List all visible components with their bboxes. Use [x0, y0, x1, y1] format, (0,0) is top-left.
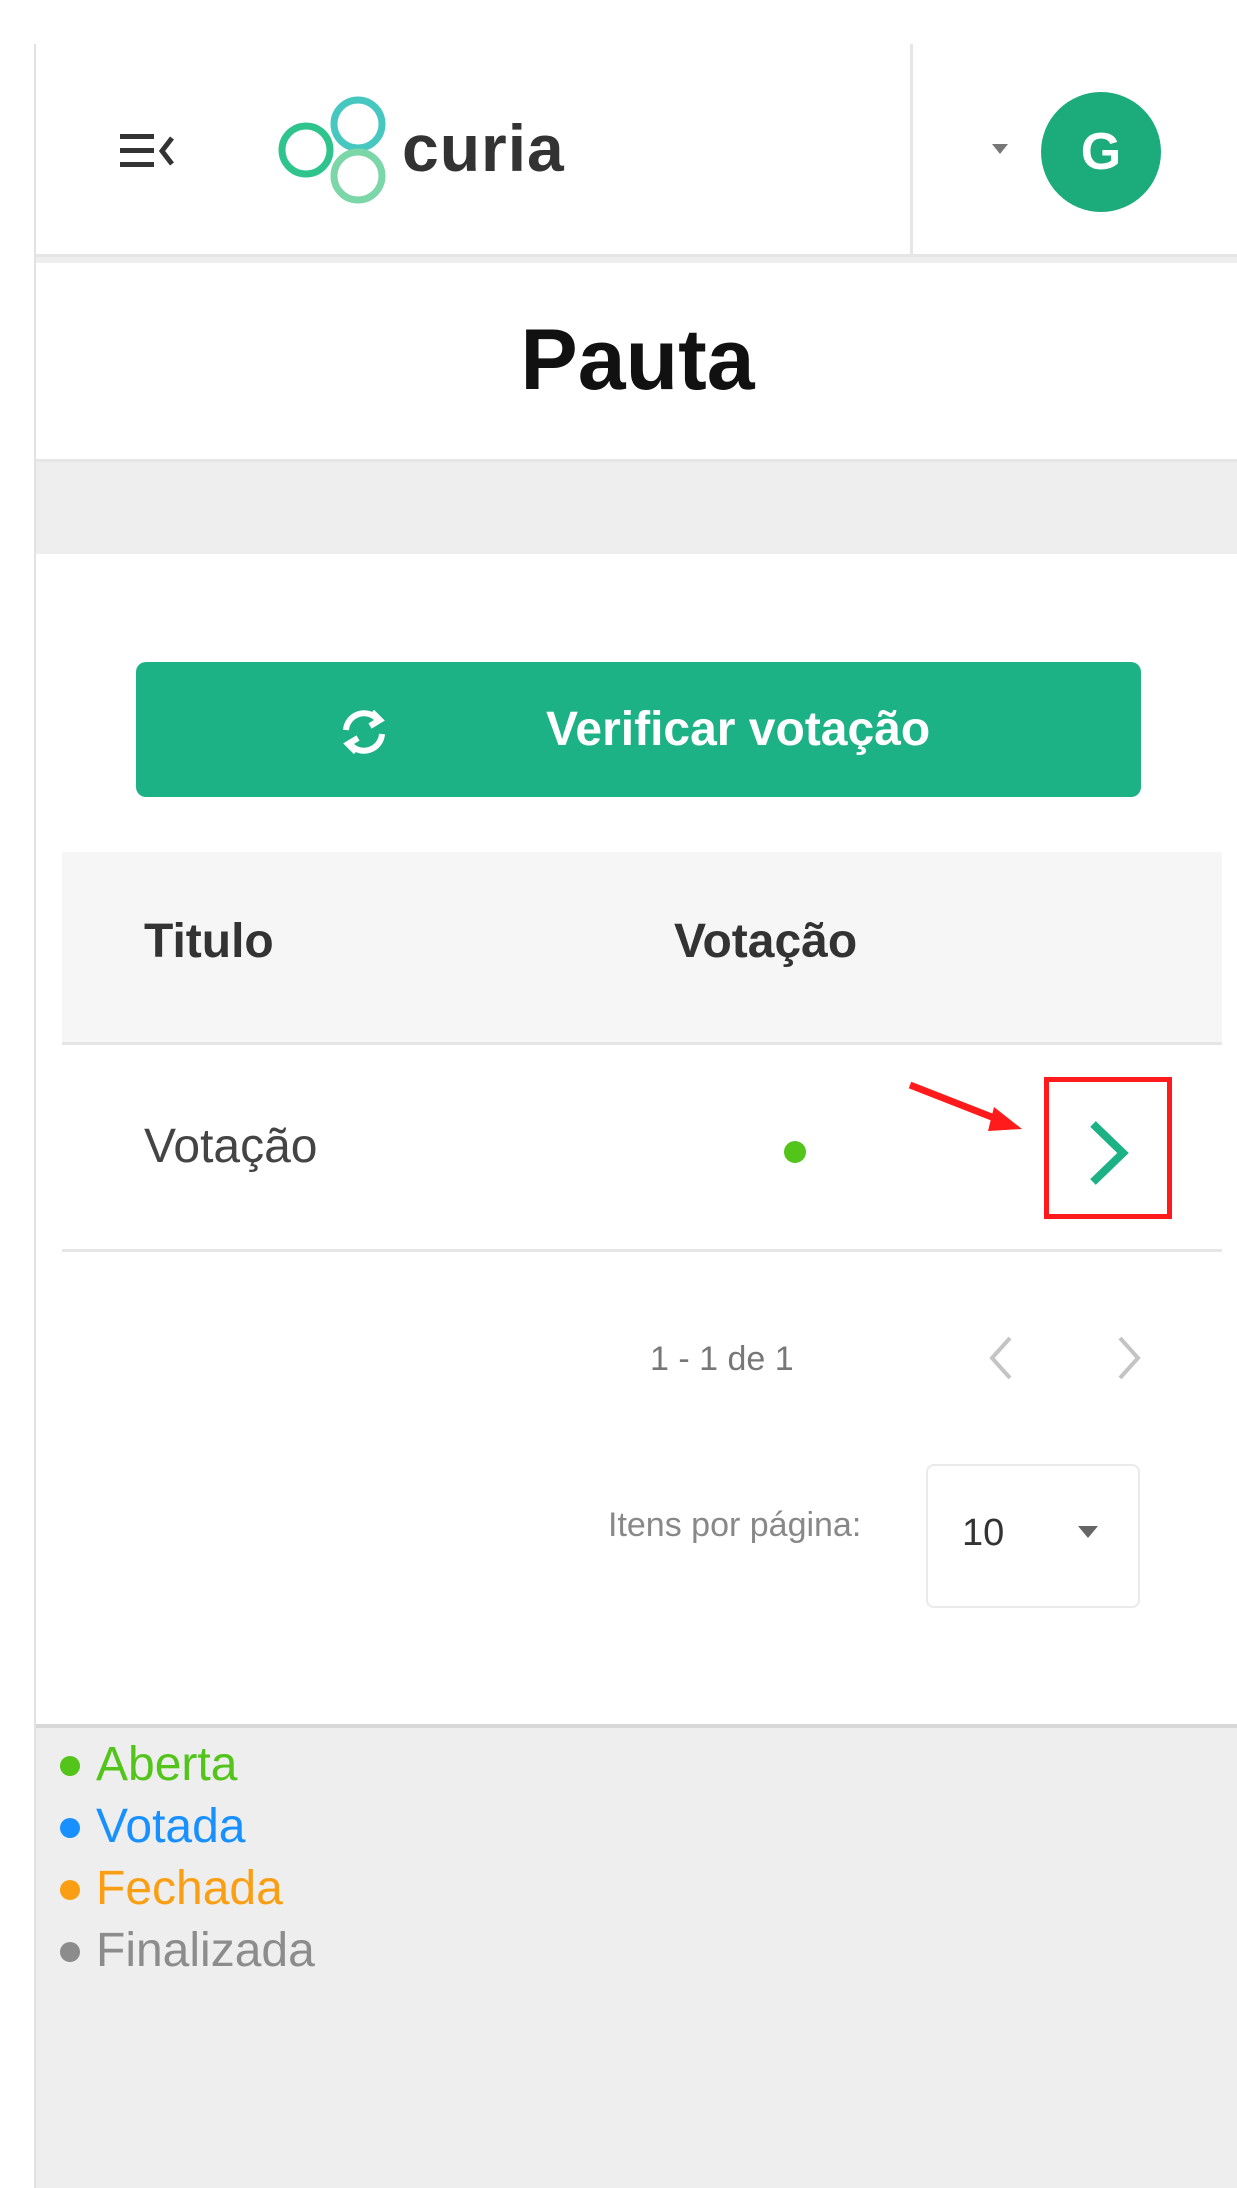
pauta-card: Verificar votação Titulo Votação Votação [36, 554, 1237, 1728]
legend-item-voted: Votada [60, 1796, 315, 1858]
paginator: 1 - 1 de 1 Itens por página: 10 [36, 1294, 1237, 1694]
legend-dot [60, 1756, 80, 1776]
legend-dot [60, 1880, 80, 1900]
menu-collapse-icon [120, 134, 174, 167]
next-page-button[interactable] [1104, 1328, 1154, 1388]
page-size-select[interactable]: 10 [926, 1464, 1140, 1608]
page-range-label: 1 - 1 de 1 [650, 1340, 794, 1378]
legend-label: Fechada [96, 1862, 283, 1915]
column-header-title[interactable]: Titulo [144, 914, 274, 969]
items-per-page-label: Itens por página: [608, 1506, 862, 1544]
legend-item-finished: Finalizada [60, 1920, 315, 1982]
curia-logo-icon [278, 96, 386, 204]
legend-item-closed: Fechada [60, 1858, 315, 1920]
legend-label: Finalizada [96, 1924, 315, 1977]
previous-page-button[interactable] [976, 1328, 1026, 1388]
legend-dot [60, 1818, 80, 1838]
chevron-right-icon [1090, 1121, 1129, 1185]
menu-toggle-button[interactable] [120, 126, 180, 176]
page-title-bar: Pauta [36, 263, 1237, 462]
status-open-dot [784, 1141, 806, 1163]
app-frame: curia G Pauta Verificar votação Titulo V… [34, 44, 1237, 2188]
user-menu-caret-icon[interactable] [992, 144, 1008, 154]
verify-voting-label: Verificar votação [546, 703, 931, 756]
page-title: Pauta [520, 312, 755, 408]
refresh-icon [343, 709, 385, 755]
legend-label: Votada [96, 1800, 246, 1853]
column-header-voting[interactable]: Votação [674, 914, 857, 969]
user-avatar[interactable]: G [1041, 92, 1161, 212]
dropdown-caret-icon [1078, 1526, 1098, 1538]
verify-voting-button[interactable]: Verificar votação [136, 662, 1141, 797]
legend-label: Aberta [96, 1738, 238, 1791]
legend-item-open: Aberta [60, 1734, 315, 1796]
row-title: Votação [144, 1120, 318, 1173]
annotation-arrow-icon [908, 1081, 1022, 1131]
legend-dot [60, 1942, 80, 1962]
page-size-value: 10 [962, 1512, 1005, 1554]
table-row[interactable]: Votação [62, 1045, 1222, 1252]
chevron-right-icon [1118, 1336, 1141, 1380]
status-legend: Aberta Votada Fechada Finalizada [60, 1734, 315, 1982]
logo-text: curia [402, 111, 565, 185]
top-toolbar: curia G [36, 44, 1237, 257]
open-row-button[interactable] [1044, 1077, 1172, 1219]
table-header: Titulo Votação [62, 852, 1222, 1045]
pauta-table: Titulo Votação Votação [62, 852, 1222, 1252]
toolbar-divider [910, 44, 913, 254]
chevron-left-icon [989, 1336, 1012, 1380]
